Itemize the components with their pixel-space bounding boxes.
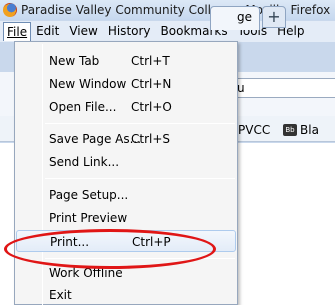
browser-tab[interactable]: ge: [210, 6, 260, 30]
firefox-window: Paradise Valley Community College - Mozi…: [0, 0, 335, 305]
menu-item-new-window[interactable]: New Window Ctrl+N: [16, 73, 236, 95]
menu-item-send-link[interactable]: Send Link...: [16, 151, 236, 173]
menu-edit[interactable]: Edit: [31, 22, 64, 41]
menu-separator: [45, 178, 235, 179]
menu-item-exit[interactable]: Exit: [16, 284, 236, 305]
menu-item-save-page-as[interactable]: Save Page As... Ctrl+S: [16, 128, 236, 150]
menu-item-page-setup[interactable]: Page Setup...: [16, 184, 236, 206]
menu-item-new-tab[interactable]: New Tab Ctrl+T: [16, 50, 236, 72]
bookmark-pvcc[interactable]: PVCC: [238, 123, 270, 137]
firefox-logo-icon: [3, 3, 17, 17]
highlight-ellipse: [4, 229, 216, 269]
bookmark-blackboard[interactable]: Bla: [300, 123, 319, 137]
new-tab-button[interactable]: +: [262, 6, 286, 28]
menu-file[interactable]: File: [3, 22, 32, 41]
menu-view[interactable]: View: [64, 22, 102, 41]
menu-item-print-preview[interactable]: Print Preview: [16, 207, 236, 229]
menu-history[interactable]: History: [103, 22, 156, 41]
menu-separator: [45, 123, 235, 124]
menu-item-open-file[interactable]: Open File... Ctrl+O: [16, 96, 236, 118]
blackboard-icon: Bb: [283, 124, 297, 136]
